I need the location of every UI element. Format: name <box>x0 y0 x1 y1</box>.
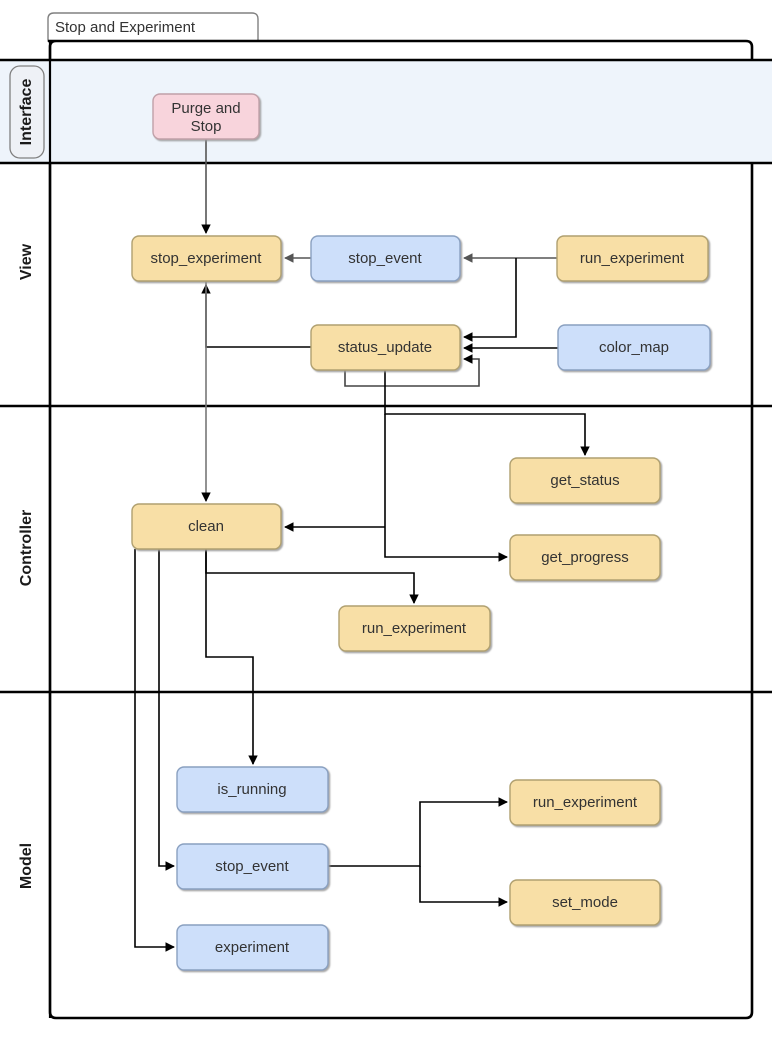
node-purge-and-stop[interactable]: Purge and Stop <box>152 93 260 140</box>
node-label: run_experiment <box>533 794 638 811</box>
node-label: clean <box>188 518 224 535</box>
node-controller-get-status[interactable]: get_status <box>509 457 661 504</box>
node-label: stop_experiment <box>151 250 263 267</box>
node-controller-clean[interactable]: clean <box>131 503 282 550</box>
edge-clean-to-run-experiment <box>205 549 419 604</box>
node-model-experiment[interactable]: experiment <box>176 924 329 971</box>
lane-label-interface: Interface <box>18 79 35 146</box>
node-label: get_progress <box>541 549 629 566</box>
node-label: run_experiment <box>580 250 685 267</box>
node-label: set_mode <box>552 894 618 911</box>
node-view-stop-event[interactable]: stop_event <box>310 235 461 282</box>
node-view-status-update[interactable]: status_update <box>310 324 461 371</box>
node-label: stop_event <box>348 250 422 267</box>
edge-status-update-to-get-status <box>384 370 590 456</box>
lanes: Interface View Controller Model <box>0 41 772 1018</box>
diagram-title: Stop and Experiment <box>55 19 196 36</box>
node-model-set-mode[interactable]: set_mode <box>509 879 661 926</box>
lane-label-view: View <box>18 243 35 280</box>
edge-stop-event-to-set-mode <box>419 866 508 907</box>
node-label: run_experiment <box>362 620 467 637</box>
node-label: stop_event <box>215 858 289 875</box>
node-label: color_map <box>599 339 669 356</box>
node-label: is_running <box>217 781 286 798</box>
node-view-run-experiment[interactable]: run_experiment <box>556 235 709 282</box>
node-label-purge-line1: Purge and <box>171 100 240 117</box>
node-label: get_status <box>550 472 619 489</box>
node-view-stop-experiment[interactable]: stop_experiment <box>131 235 282 282</box>
swimlane-diagram: Stop and Experiment Interface View Contr… <box>0 12 772 1020</box>
edge-run-experiment-to-status-update <box>463 258 517 342</box>
node-view-color-map[interactable]: color_map <box>557 324 711 371</box>
lane-label-model: Model <box>18 843 35 889</box>
edge-clean-to-experiment <box>134 549 175 952</box>
node-model-run-experiment[interactable]: run_experiment <box>509 779 661 826</box>
node-label-purge-line2: Stop <box>191 118 222 135</box>
node-label: experiment <box>215 939 290 956</box>
node-controller-run-experiment[interactable]: run_experiment <box>338 605 491 652</box>
node-model-is-running[interactable]: is_running <box>176 766 329 813</box>
node-label: status_update <box>338 339 432 356</box>
edge-status-update-to-get-progress <box>384 414 508 562</box>
edge-status-update-to-stop-experiment <box>201 284 311 348</box>
edge-clean-to-is-running <box>205 549 258 765</box>
lane-label-controller: Controller <box>18 510 35 586</box>
node-controller-get-progress[interactable]: get_progress <box>509 534 661 581</box>
edge-clean-to-stop-event <box>158 549 175 871</box>
node-model-stop-event[interactable]: stop_event <box>176 843 329 890</box>
edge-stop-event-to-run-experiment <box>328 797 508 867</box>
diagram-stage: Stop and Experiment Interface View Contr… <box>0 0 772 1040</box>
lane-band-interface <box>0 60 772 163</box>
